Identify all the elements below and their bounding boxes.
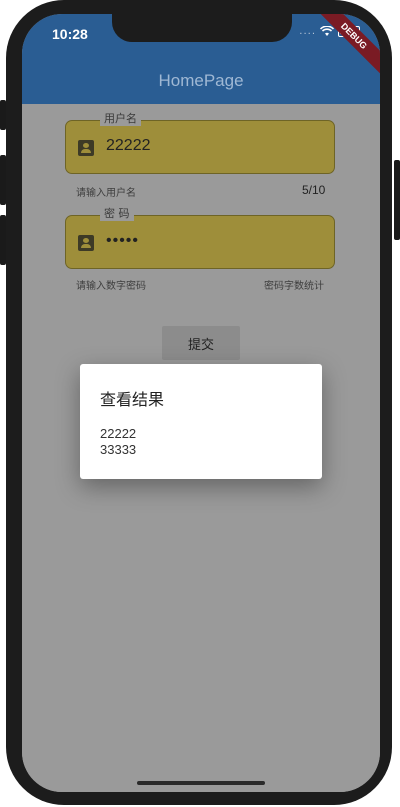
password-value: ••••• — [106, 232, 140, 249]
app-bar-title: HomePage — [158, 71, 244, 90]
username-value: 22222 — [106, 137, 151, 154]
side-button-volume-down — [0, 215, 6, 265]
username-helper: 请输入用户名 — [76, 188, 136, 199]
dialog-title: 查看结果 — [100, 390, 165, 409]
notch — [112, 14, 292, 42]
signal-icon: .... — [299, 26, 316, 37]
account-box-icon — [78, 140, 94, 156]
side-button-volume-up — [0, 155, 6, 205]
username-label: 用户名 — [100, 112, 141, 126]
phone-screen: 10:28 .... DEBUG HomePage 用户名 22222 请输入用… — [22, 14, 380, 792]
side-button-power — [394, 160, 400, 240]
side-button-mute — [0, 100, 6, 130]
password-helper: 请输入数字密码 — [76, 281, 146, 292]
dialog-line: 22222 — [100, 426, 137, 441]
dialog-line: 33333 — [100, 442, 137, 457]
password-counter: 密码字数统计 — [264, 281, 324, 292]
password-field[interactable]: 密 码 ••••• — [65, 207, 335, 269]
username-field[interactable]: 用户名 22222 — [65, 112, 335, 174]
page-content: 用户名 22222 请输入用户名 5/10 密 码 ••••• 请输入数字密码 … — [22, 104, 380, 792]
submit-button[interactable]: 提交 — [162, 326, 240, 360]
result-dialog: 查看结果 22222 33333 — [80, 364, 322, 479]
status-time: 10:28 — [52, 26, 88, 42]
password-label: 密 码 — [100, 207, 134, 221]
account-box-icon — [78, 235, 94, 251]
username-counter: 5/10 — [302, 183, 326, 197]
app-bar: HomePage — [22, 58, 380, 104]
wifi-icon — [320, 26, 334, 36]
home-indicator[interactable] — [137, 781, 265, 785]
